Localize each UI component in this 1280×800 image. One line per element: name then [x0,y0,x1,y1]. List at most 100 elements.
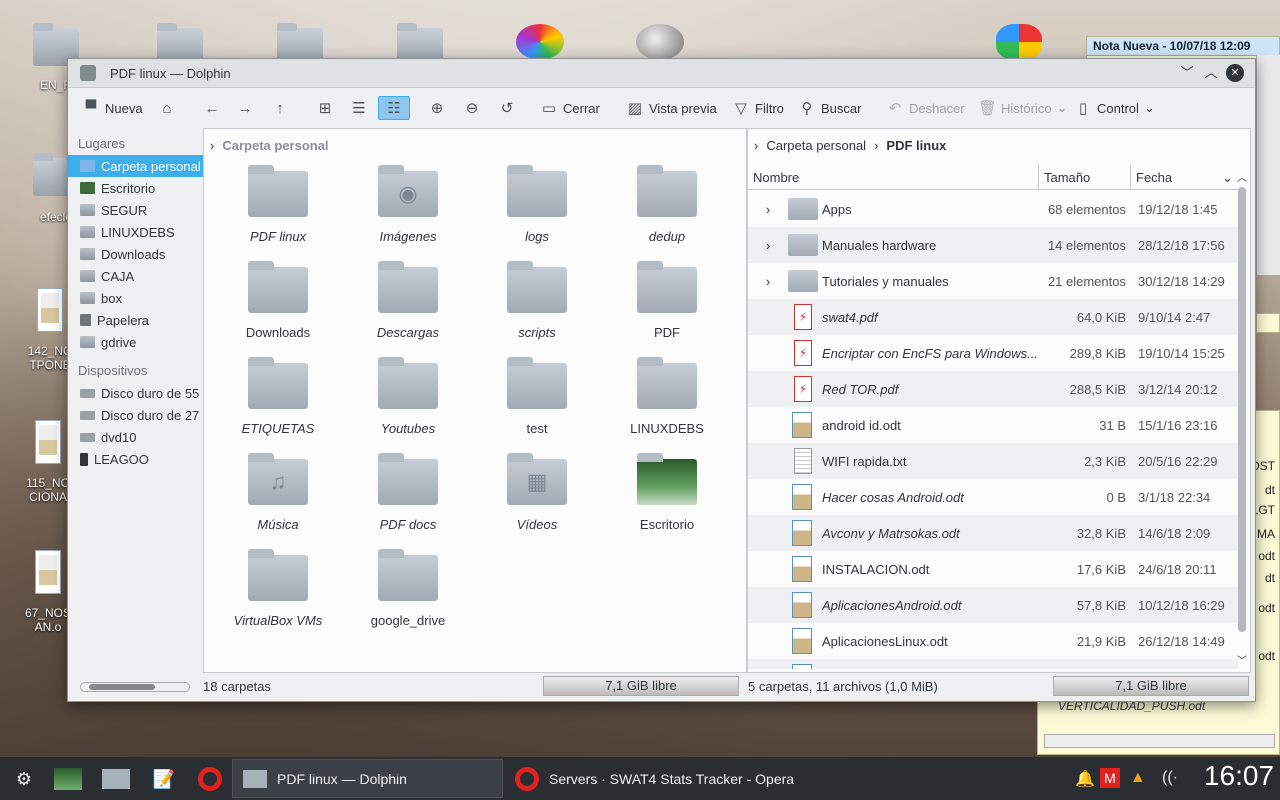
folder-item[interactable]: ETIQUETAS [223,357,333,436]
breadcrumb[interactable]: › Carpeta personal [204,129,746,161]
google-earth-icon[interactable] [636,24,684,60]
maximize-button[interactable]: ︿ [1202,64,1220,82]
column-header-date[interactable]: Fecha ⌄ [1131,165,1238,189]
folder-item[interactable]: logs [482,165,592,244]
scrollbar-thumb[interactable] [1238,187,1246,632]
new-button[interactable]: ▀ Nueva [82,96,143,120]
history-button[interactable]: 🗑 Histórico ⌄ [978,96,1067,120]
picasa-icon[interactable] [516,24,564,60]
titlebar[interactable]: PDF linux — Dolphin ﹀ ︿ ✕ [68,59,1255,88]
file-row[interactable]: Red TOR.pdf 288,5 KiB 3/12/14 20:12 [748,371,1238,407]
clock[interactable]: 16:07 [1204,760,1274,792]
breadcrumb-parent[interactable]: Carpeta personal [766,138,866,153]
sidebar-item-dvd[interactable]: dvd10 [68,426,203,448]
forward-button[interactable]: → [236,96,254,120]
expand-tray-icon[interactable]: ▲ [1130,769,1146,787]
sidebar-item-box[interactable]: box [68,287,203,309]
network-icon[interactable]: ((· [1162,769,1178,787]
opera-launcher-icon[interactable] [194,763,226,795]
filter-button[interactable]: ▽ Filtro [732,96,784,120]
solitaire-icon[interactable] [996,24,1042,60]
right-view-pane[interactable]: › Carpeta personal › PDF linux Nombre Ta… [747,128,1251,673]
sidebar-item-trash[interactable]: Papelera [68,309,203,331]
column-header-size[interactable]: Tamaño [1039,165,1131,189]
zoom-out-button[interactable]: ⊖ [463,96,481,120]
desktop-launcher-icon[interactable] [52,763,84,795]
chevron-up-icon[interactable]: ︿ [1237,169,1247,184]
task-opera[interactable]: Servers · SWAT4 Stats Tracker - Opera [505,759,795,798]
undo-button[interactable]: ↶ Deshacer [886,96,965,120]
reload-button[interactable]: ↺ [498,96,516,120]
expand-chevron-icon[interactable]: › [748,274,788,289]
folder-item[interactable]: PDF [612,261,722,340]
icons-view-button[interactable]: ⊞ [316,96,334,120]
file-row[interactable]: Hacer cosas.odt291,6 KiB30/12/18 14:29 [748,659,1238,669]
right-free-space[interactable]: 7,1 GiB libre [1053,676,1249,696]
sidebar-item-gdrive[interactable]: gdrive [68,331,203,353]
folder-item[interactable]: Descargas [353,261,463,340]
folder-item[interactable]: VirtualBox VMs [223,549,333,628]
kde-menu-icon[interactable]: ⚙ [8,763,40,795]
mega-icon[interactable]: M [1100,768,1120,788]
file-row[interactable]: INSTALACION.odt 17,6 KiB 24/6/18 20:11 [748,551,1238,587]
folder-item[interactable]: LINUXDEBS [612,357,722,436]
folder-item[interactable]: ◉ Imágenes [353,165,463,244]
task-dolphin[interactable]: PDF linux — Dolphin [232,759,503,798]
folder-item[interactable]: scripts [482,261,592,340]
sidebar-item-home[interactable]: Carpeta personal [68,155,203,177]
folder-item[interactable]: Youtubes [353,357,463,436]
column-header-name[interactable]: Nombre [748,165,1039,189]
zoom-in-button[interactable]: ⊕ [428,96,446,120]
breadcrumb-current[interactable]: PDF linux [886,138,946,153]
sidebar-item-leagoo[interactable]: LEAGOO [68,448,203,470]
left-view-pane[interactable]: › Carpeta personal PDF linux ◉ Imágenes lo… [203,128,747,673]
up-button[interactable]: ↑ [271,96,289,120]
sidebar-hscrollbar[interactable] [80,682,190,692]
folder-item[interactable]: google_drive [353,549,463,628]
minimize-button[interactable]: ﹀ [1178,64,1196,82]
folder-item[interactable]: Escritorio [612,453,722,532]
left-free-space[interactable]: 7,1 GiB libre [543,676,739,696]
note-scrollbar[interactable] [1256,55,1280,275]
sidebar-item-caja[interactable]: CAJA [68,265,203,287]
sidebar-item-disk-2[interactable]: Disco duro de 27 [68,404,203,426]
expand-chevron-icon[interactable]: › [748,238,788,253]
sidebar-item-desktop[interactable]: Escritorio [68,177,203,199]
sidebar-item-segur[interactable]: SEGUR [68,199,203,221]
home-button[interactable]: ⌂ [158,96,176,120]
file-row[interactable]: swat4.pdf 64,0 KiB 9/10/14 2:47 [748,299,1238,335]
file-row[interactable]: Encriptar con EncFS para Windows... 289,8… [748,335,1238,371]
folder-item[interactable]: ♫ Música [223,453,333,532]
folder-row[interactable]: › Tutoriales y manuales 21 elementos 30/12/… [748,263,1238,299]
vertical-scrollbar[interactable]: ︿ ﹀ [1236,165,1248,667]
file-row[interactable]: Hacer cosas Android.odt 0 B 3/1/18 22:34 [748,479,1238,515]
folder-row[interactable]: › Manuales hardware 14 elementos 28/12/18 1… [748,227,1238,263]
chevron-down-icon[interactable]: ﹀ [1237,652,1247,667]
control-button[interactable]: ▯ Control ⌄ [1074,96,1155,120]
sidebar-item-linuxdebs[interactable]: LINUXDEBS [68,221,203,243]
file-row[interactable]: AplicacionesAndroid.odt 57,8 KiB 10/12/18 … [748,587,1238,623]
expand-chevron-icon[interactable]: › [748,202,788,217]
back-button[interactable]: ← [203,96,221,120]
sidebar-item-downloads[interactable]: Downloads [68,243,203,265]
dolphin-launcher-icon[interactable] [100,763,132,795]
file-row[interactable]: android id.odt 31 B 15/1/16 23:16 [748,407,1238,443]
notifications-icon[interactable]: 🔔 [1075,769,1095,789]
folder-item[interactable]: dedup [612,165,722,244]
dolphin-app-icon[interactable] [80,65,96,81]
file-row[interactable]: AplicacionesLinux.odt 21,9 KiB 26/12/18 14… [748,623,1238,659]
close-button[interactable]: ✕ [1226,64,1244,82]
breadcrumb[interactable]: › Carpeta personal › PDF linux [748,129,1250,161]
folder-item[interactable]: ▦ Vídeos [482,453,592,532]
details-view-button[interactable]: ☷ [378,96,410,120]
compact-view-button[interactable]: ☰ [350,96,368,120]
folder-item[interactable]: Downloads [223,261,333,340]
file-row[interactable]: Avconv y Matrsokas.odt 32,8 KiB 14/6/18 2:… [748,515,1238,551]
notes-launcher-icon[interactable]: 📝 [148,763,180,795]
preview-button[interactable]: ▨ Vista previa [626,96,717,120]
folder-item[interactable]: PDF linux [223,165,333,244]
sidebar-item-disk-1[interactable]: Disco duro de 55 [68,382,203,404]
file-row[interactable]: WIFI rapida.txt 2,3 KiB 20/5/16 22:29 [748,443,1238,479]
folder-row[interactable]: › Apps 68 elementos 19/12/18 1:45 [748,191,1238,227]
close-split-button[interactable]: ▭ Cerrar [540,96,600,120]
